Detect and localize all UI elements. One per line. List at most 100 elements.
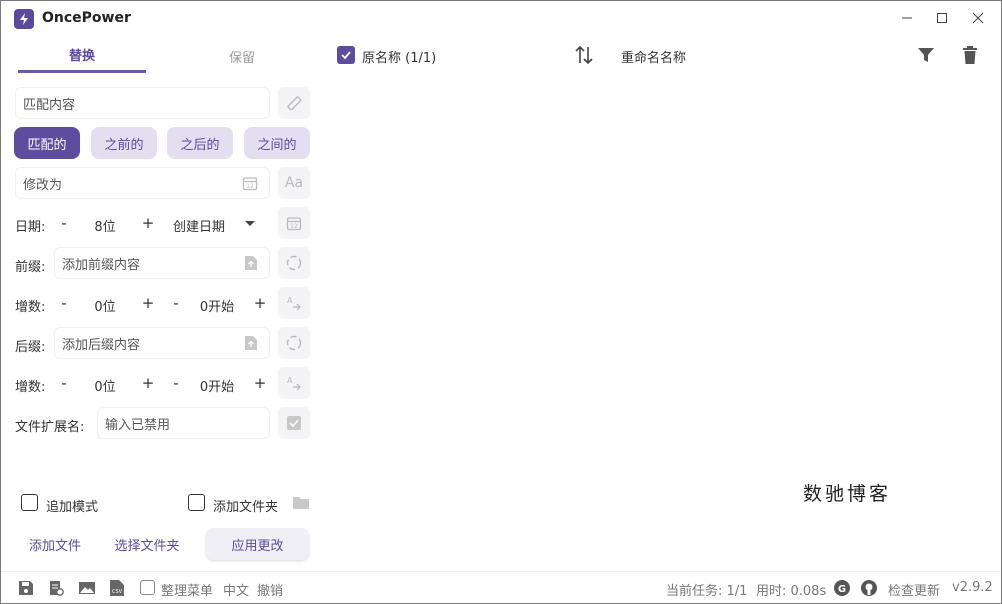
date-plus-button[interactable]: + xyxy=(141,214,155,232)
increment-digits-minus-button[interactable]: - xyxy=(57,374,71,392)
tab-replace[interactable]: 替换 xyxy=(18,39,146,73)
trash-icon[interactable] xyxy=(958,43,982,67)
add-folder-checkbox[interactable] xyxy=(188,494,205,511)
match-content-input[interactable]: 匹配内容 xyxy=(15,87,270,119)
version-text: v2.9.2 xyxy=(952,580,993,595)
title-bar: OncePower xyxy=(1,1,1001,35)
calendar-icon: 12 xyxy=(286,217,302,231)
increment-start-plus-button[interactable]: + xyxy=(253,374,267,392)
add-file-button[interactable]: 添加文件 xyxy=(15,528,95,560)
chevron-down-icon[interactable] xyxy=(244,220,256,228)
increment-digits-value[interactable]: 0位 xyxy=(81,296,129,315)
increment-label: 增数: xyxy=(15,300,46,315)
filter-icon[interactable] xyxy=(914,43,938,67)
ruler-icon xyxy=(287,96,302,111)
font-case-icon: Aa xyxy=(284,175,304,191)
increment-digits-value[interactable]: 0位 xyxy=(81,376,129,395)
current-task-text: 当前任务: 1/1 xyxy=(666,584,748,599)
case-button[interactable]: Aa xyxy=(278,167,310,199)
csv-icon[interactable]: CSV xyxy=(108,579,126,597)
calendar-icon[interactable]: 12 xyxy=(242,175,258,191)
append-mode-checkbox[interactable] xyxy=(21,494,38,511)
organize-menu-label: 整理菜单 xyxy=(161,584,214,599)
increment-sort-button[interactable]: A xyxy=(278,287,310,319)
check-icon xyxy=(341,51,351,60)
increment-digits-plus-button[interactable]: + xyxy=(141,294,155,312)
prefix-placeholder: 添加前缀内容 xyxy=(62,257,141,273)
suffix-label: 后缀: xyxy=(15,340,46,355)
folder-icon xyxy=(293,497,309,509)
github-icon[interactable] xyxy=(860,579,878,597)
extension-label: 文件扩展名: xyxy=(15,420,85,435)
prefix-refresh-button[interactable] xyxy=(278,247,310,279)
select-folder-button[interactable]: 选择文件夹 xyxy=(101,528,193,560)
tab-keep[interactable]: 保留 xyxy=(178,39,306,73)
date-minus-button[interactable]: - xyxy=(57,214,71,232)
date-calendar-button[interactable]: 12 xyxy=(278,207,310,239)
refresh-icon xyxy=(286,335,302,351)
svg-text:12: 12 xyxy=(290,223,298,230)
maximize-icon[interactable] xyxy=(930,7,954,29)
apply-changes-button[interactable]: 应用更改 xyxy=(206,528,309,560)
add-folder-label: 添加文件夹 xyxy=(213,500,279,515)
svg-text:CSV: CSV xyxy=(112,589,123,595)
language-toggle[interactable]: 中文 xyxy=(223,580,249,599)
increment-start-minus-button[interactable]: - xyxy=(169,374,183,392)
save-icon[interactable] xyxy=(17,579,35,597)
suffix-refresh-button[interactable] xyxy=(278,327,310,359)
svg-text:A: A xyxy=(287,376,293,385)
modify-to-placeholder: 修改为 xyxy=(23,177,63,193)
mode-after-button[interactable]: 之后的 xyxy=(167,127,233,159)
match-content-placeholder: 匹配内容 xyxy=(23,97,76,113)
mode-between-button[interactable]: 之间的 xyxy=(244,127,310,159)
checkbox-checked-icon xyxy=(287,416,301,430)
watermark-text: 数驰博客 xyxy=(803,483,892,505)
date-digits-value[interactable]: 8位 xyxy=(81,216,129,235)
suffix-input[interactable]: 添加后缀内容 xyxy=(54,327,270,359)
renamed-name-header: 重命名名称 xyxy=(621,51,687,66)
svg-text:12: 12 xyxy=(246,183,254,190)
original-name-header[interactable]: 原名称 (1/1) xyxy=(362,47,436,66)
elapsed-time-text: 用时: 0.08s xyxy=(756,584,827,599)
date-label: 日期: xyxy=(15,220,46,235)
extension-input[interactable]: 输入已禁用 xyxy=(97,407,270,439)
increment-sort-button[interactable]: A xyxy=(278,367,310,399)
mode-matched-button[interactable]: 匹配的 xyxy=(14,127,80,159)
sort-alpha-icon: A xyxy=(287,376,301,391)
increment-digits-plus-button[interactable]: + xyxy=(141,374,155,392)
refresh-icon xyxy=(286,255,302,271)
increment-start-plus-button[interactable]: + xyxy=(253,294,267,312)
sort-alpha-icon: A xyxy=(287,296,301,311)
prefix-input[interactable]: 添加前缀内容 xyxy=(54,247,270,279)
ruler-button[interactable] xyxy=(278,87,310,119)
date-type-select[interactable]: 创建日期 xyxy=(173,216,225,235)
suffix-placeholder: 添加后缀内容 xyxy=(62,337,141,353)
extension-placeholder: 输入已禁用 xyxy=(105,417,171,433)
prefix-label: 前缀: xyxy=(15,260,46,275)
gitee-icon[interactable]: G xyxy=(833,579,851,597)
app-title: OncePower xyxy=(42,10,131,26)
modify-to-input[interactable]: 修改为 12 xyxy=(15,167,270,199)
append-mode-label: 追加模式 xyxy=(46,500,99,515)
svg-text:A: A xyxy=(287,296,293,305)
organize-menu-checkbox[interactable] xyxy=(140,580,155,595)
log-icon[interactable] xyxy=(47,579,65,597)
increment-start-value[interactable]: 0开始 xyxy=(191,376,243,395)
status-bar: CSV 整理菜单 中文 撤销 当前任务: 1/1 用时: 0.08s G 检查更… xyxy=(1,571,1001,603)
undo-button[interactable]: 撤销 xyxy=(257,580,283,599)
swap-sort-icon[interactable] xyxy=(572,43,596,67)
file-upload-icon[interactable] xyxy=(244,255,258,271)
file-upload-icon[interactable] xyxy=(244,335,258,351)
close-icon[interactable] xyxy=(966,7,990,29)
increment-label: 增数: xyxy=(15,380,46,395)
image-icon[interactable] xyxy=(78,579,96,597)
check-update-link[interactable]: 检查更新 xyxy=(888,580,940,599)
minimize-icon[interactable] xyxy=(895,7,919,29)
increment-digits-minus-button[interactable]: - xyxy=(57,294,71,312)
mode-before-button[interactable]: 之前的 xyxy=(91,127,157,159)
increment-start-minus-button[interactable]: - xyxy=(169,294,183,312)
extension-toggle-button[interactable] xyxy=(278,407,310,439)
increment-start-value[interactable]: 0开始 xyxy=(191,296,243,315)
select-all-checkbox[interactable] xyxy=(337,46,355,64)
app-logo-icon xyxy=(14,9,34,29)
